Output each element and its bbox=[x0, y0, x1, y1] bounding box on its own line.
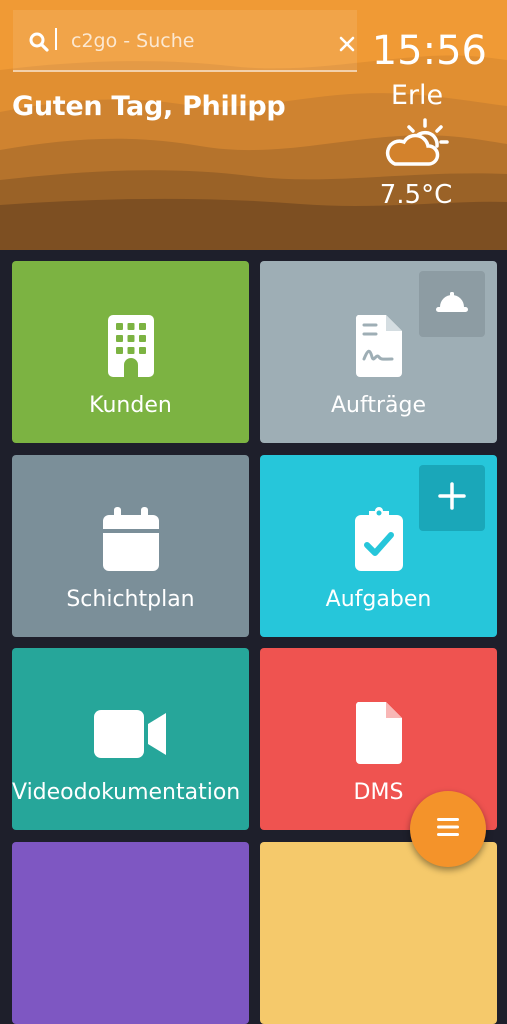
header: Guten Tag, Philipp 15:56 Erle 7.5°C bbox=[0, 0, 507, 250]
tile-label: Schichtplan bbox=[66, 587, 195, 612]
menu-icon bbox=[437, 817, 459, 841]
tile-aufgaben[interactable]: Aufgaben bbox=[260, 455, 497, 637]
tile-yellow[interactable] bbox=[260, 842, 497, 1024]
weather-location: Erle bbox=[390, 80, 444, 111]
clock: 15:56 bbox=[371, 28, 487, 74]
file-icon bbox=[260, 700, 497, 766]
tile-label: Aufgaben bbox=[325, 587, 432, 612]
tile-auftraege[interactable]: Aufträge bbox=[260, 261, 497, 443]
search-bar[interactable] bbox=[13, 10, 357, 72]
text-cursor bbox=[55, 28, 57, 50]
calendar-icon bbox=[12, 507, 249, 573]
search-input[interactable] bbox=[69, 23, 323, 59]
video-camera-icon bbox=[12, 710, 249, 758]
tile-label: Videodokumentation bbox=[12, 780, 241, 805]
tile-schichtplan[interactable]: Schichtplan bbox=[12, 455, 249, 637]
temperature: 7.5°C bbox=[379, 180, 453, 210]
greeting-text: Guten Tag, Philipp bbox=[12, 91, 286, 122]
building-icon bbox=[12, 313, 249, 379]
tile-kunden[interactable]: Kunden bbox=[12, 261, 249, 443]
tile-label: Aufträge bbox=[330, 393, 426, 418]
document-signature-icon bbox=[260, 313, 497, 379]
clipboard-check-icon bbox=[260, 507, 497, 573]
tile-videodokumentation[interactable]: Videodokumentation bbox=[12, 648, 249, 830]
close-icon[interactable] bbox=[339, 36, 355, 56]
tile-purple[interactable] bbox=[12, 842, 249, 1024]
tile-label: Kunden bbox=[89, 393, 172, 418]
search-icon bbox=[29, 32, 49, 56]
menu-button[interactable] bbox=[410, 791, 486, 867]
partly-cloudy-icon bbox=[381, 116, 451, 176]
